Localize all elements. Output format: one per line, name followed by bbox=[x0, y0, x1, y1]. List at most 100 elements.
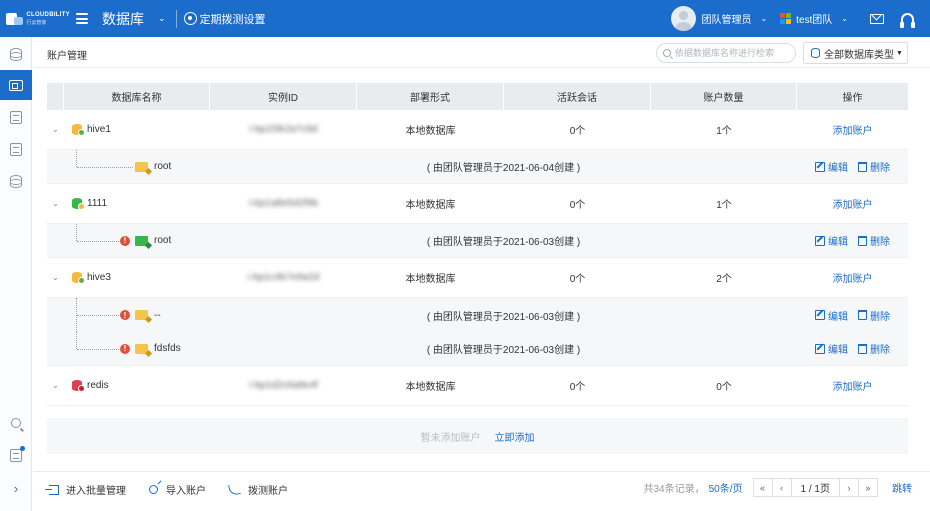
delete-button[interactable]: 删除 bbox=[858, 341, 890, 356]
sidebar-item-database[interactable] bbox=[0, 39, 32, 69]
breadcrumb: 账户管理 全部数据库类型 ▼ bbox=[33, 37, 930, 68]
expand-chevron-icon[interactable]: ⌄ bbox=[47, 366, 64, 405]
chevron-down-icon[interactable]: ⌄ bbox=[158, 13, 166, 24]
search-icon bbox=[663, 49, 671, 57]
main-content: 账户管理 全部数据库类型 ▼ 数据库名称 实例ID 部署形式 活跃会话 账户数量… bbox=[33, 37, 930, 511]
deploy-type: 本地数据库 bbox=[405, 200, 456, 211]
headset-icon[interactable] bbox=[900, 12, 915, 28]
team-switcher[interactable]: test团队 ⌄ bbox=[780, 11, 848, 26]
account-count: 1个 bbox=[716, 126, 732, 137]
sidebar-item-documents[interactable] bbox=[0, 102, 32, 132]
add-account-button[interactable]: 添加账户 bbox=[833, 378, 873, 393]
page-indicator: 1 / 1页 bbox=[790, 478, 840, 497]
enter-icon bbox=[45, 484, 59, 495]
next-page-button[interactable]: › bbox=[839, 478, 859, 497]
account-created-info: ( 由团队管理员于2021-06-04创建 ) bbox=[426, 163, 581, 174]
database-name[interactable]: 1111 bbox=[87, 198, 107, 209]
delete-button[interactable]: 删除 bbox=[858, 308, 890, 323]
probe-settings-label: 定期拨测设置 bbox=[199, 13, 266, 26]
db-user-icon bbox=[135, 343, 148, 354]
jump-button[interactable]: 跳转 bbox=[892, 480, 912, 495]
delete-button[interactable]: 删除 bbox=[858, 233, 890, 248]
import-accounts-button[interactable]: 导入账户 bbox=[149, 482, 206, 497]
account-count: 2个 bbox=[716, 274, 732, 285]
search-field[interactable] bbox=[656, 43, 796, 63]
search-input[interactable] bbox=[675, 48, 793, 58]
database-name[interactable]: hive1 bbox=[87, 124, 111, 135]
mail-icon[interactable] bbox=[870, 13, 884, 24]
table-row: ⌄ 1111 i-bp1a8e5d2f6b 本地数据库 0个 1个 添加账户 bbox=[47, 184, 908, 224]
account-created-info: ( 由团队管理员于2021-06-03创建 ) bbox=[426, 311, 581, 323]
sidebar-item-search[interactable] bbox=[0, 408, 32, 438]
add-account-button[interactable]: 添加账户 bbox=[833, 270, 873, 285]
sidebar-item-database-settings[interactable] bbox=[0, 166, 32, 196]
sidebar-item-account-management[interactable] bbox=[0, 70, 32, 100]
active-sessions: 0个 bbox=[569, 274, 586, 285]
add-account-button[interactable]: 添加账户 bbox=[833, 196, 873, 211]
edit-button[interactable]: 编辑 bbox=[815, 341, 848, 356]
user-name[interactable]: 团队管理员 bbox=[701, 11, 751, 26]
account-card-icon bbox=[9, 79, 23, 91]
account-name: root bbox=[154, 235, 172, 246]
sidebar-item-clipboard[interactable] bbox=[0, 134, 32, 164]
column-header: 账户数量 bbox=[651, 83, 797, 110]
brand-logo[interactable]: CLOUDBILITY 行云管家 bbox=[0, 11, 70, 27]
sidebar-item-tasks[interactable] bbox=[0, 440, 32, 470]
trash-icon bbox=[858, 161, 867, 172]
cloud-logo-icon bbox=[6, 11, 23, 27]
team-logo-icon bbox=[780, 13, 792, 24]
page-size-select[interactable]: 50条/页 bbox=[709, 480, 743, 495]
active-sessions: 0个 bbox=[569, 126, 586, 137]
warning-icon: ! bbox=[120, 343, 130, 354]
database-icon bbox=[72, 124, 85, 136]
account-name: root bbox=[154, 161, 172, 172]
edit-button[interactable]: 编辑 bbox=[815, 159, 848, 174]
database-name[interactable]: hive3 bbox=[87, 272, 111, 283]
hamburger-menu-icon[interactable] bbox=[76, 13, 88, 24]
column-header: 活跃会话 bbox=[504, 83, 651, 110]
active-sessions: 0个 bbox=[569, 382, 586, 393]
table-row: ⌄ hive1 i-bp1f3k2a7c9d 本地数据库 0个 1个 添加账户 bbox=[47, 110, 908, 150]
notification-dot bbox=[20, 446, 25, 451]
trash-icon bbox=[858, 343, 867, 354]
sidebar-expand-button[interactable]: › bbox=[0, 473, 32, 503]
instance-id: i-bp1a8e5d2f6b bbox=[248, 198, 319, 209]
active-sessions: 0个 bbox=[569, 200, 586, 211]
database-icon bbox=[10, 47, 22, 61]
database-settings-icon bbox=[10, 174, 22, 188]
last-page-button[interactable]: » bbox=[858, 478, 878, 497]
database-type-select[interactable]: 全部数据库类型 ▼ bbox=[803, 42, 908, 64]
warning-icon: ! bbox=[120, 235, 130, 246]
phone-icon bbox=[228, 483, 241, 496]
probe-settings-button[interactable]: 定期拨测设置 bbox=[183, 11, 266, 27]
deploy-type: 本地数据库 bbox=[405, 126, 456, 137]
expand-chevron-icon[interactable]: ⌄ bbox=[47, 258, 64, 297]
deploy-type: 本地数据库 bbox=[405, 274, 456, 285]
add-account-button[interactable]: 添加账户 bbox=[833, 122, 873, 137]
chevron-down-icon: ▼ bbox=[896, 49, 903, 57]
column-header: 实例ID bbox=[210, 83, 357, 110]
probe-accounts-button[interactable]: 拨测账户 bbox=[228, 482, 288, 497]
avatar[interactable] bbox=[671, 6, 697, 31]
edit-icon bbox=[815, 343, 825, 354]
edit-button[interactable]: 编辑 bbox=[815, 308, 848, 323]
batch-manage-button[interactable]: 进入批量管理 bbox=[45, 482, 126, 497]
expand-chevron-icon[interactable]: ⌄ bbox=[47, 110, 64, 149]
database-name[interactable]: redis bbox=[87, 380, 109, 391]
team-name: test团队 bbox=[796, 15, 833, 26]
expand-chevron-icon[interactable]: ⌄ bbox=[47, 184, 64, 223]
add-now-link[interactable]: 立即添加 bbox=[495, 429, 535, 444]
warning-icon: ! bbox=[120, 310, 130, 320]
search-icon bbox=[11, 418, 21, 428]
total-records: 共34条记录， bbox=[643, 484, 705, 495]
first-page-button[interactable]: « bbox=[752, 478, 773, 497]
delete-button[interactable]: 删除 bbox=[858, 159, 890, 174]
deploy-type: 本地数据库 bbox=[405, 382, 456, 393]
user-menu-chevron-icon[interactable]: ⌄ bbox=[760, 14, 767, 23]
page-title: 账户管理 bbox=[47, 51, 87, 62]
edit-button[interactable]: 编辑 bbox=[815, 233, 848, 248]
edit-icon bbox=[815, 310, 825, 320]
sidebar: › bbox=[0, 37, 32, 511]
chevron-right-icon: › bbox=[13, 480, 19, 496]
prev-page-button[interactable]: ‹ bbox=[771, 478, 792, 497]
